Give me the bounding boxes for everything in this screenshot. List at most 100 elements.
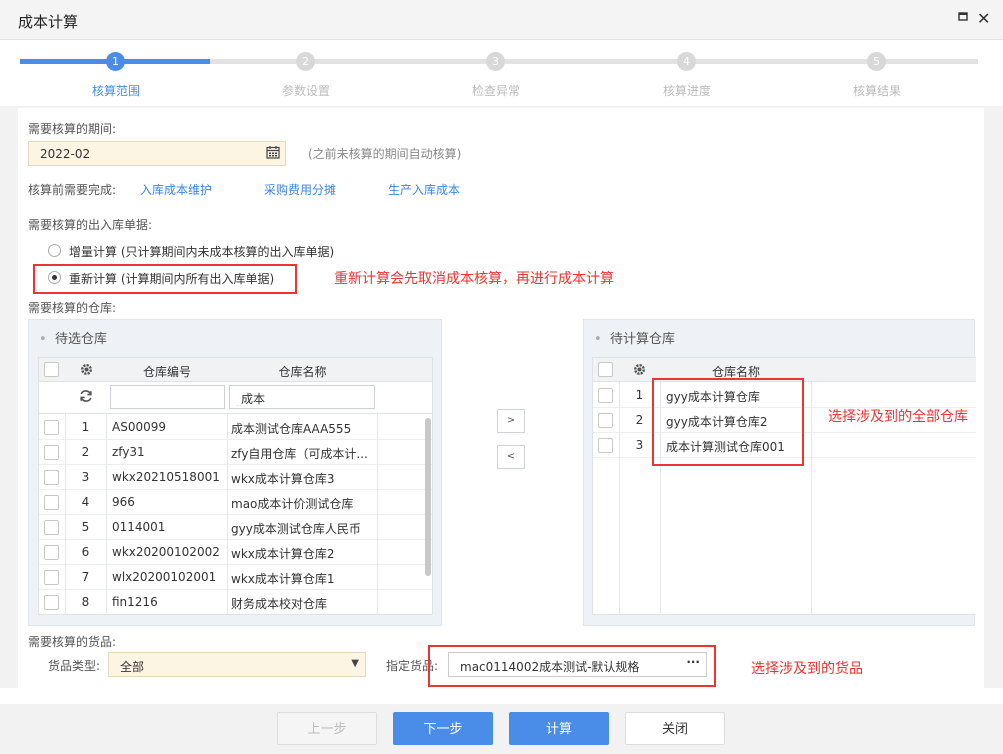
period-hint: (之前未核算的期间自动核算) (308, 147, 462, 161)
table-row[interactable]: 5 0114001 gyy成本测试仓库人民币 (39, 515, 432, 540)
gear-icon[interactable] (633, 363, 646, 379)
row-checkbox[interactable] (598, 388, 613, 403)
row-checkbox[interactable] (598, 413, 613, 428)
step-1-label: 核算范围 (91, 84, 140, 98)
row-code: zfy31 (112, 445, 145, 459)
table-row[interactable]: 8 fin1216 财务成本校对仓库 (39, 590, 432, 614)
annotation-goods: 选择涉及到的货品 (751, 661, 863, 677)
filter-name-input[interactable]: 成本 ⌃ (229, 385, 375, 411)
row-name: wkx成本计算仓库2 (231, 547, 335, 561)
goods-label: 需要核算的货品: (28, 635, 117, 649)
step-5-label: 核算结果 (852, 84, 901, 98)
close-icon[interactable]: ✕ (977, 9, 990, 28)
row-checkbox[interactable] (44, 520, 59, 535)
calculate-button[interactable]: 计算 (509, 712, 609, 745)
calendar-icon[interactable] (266, 145, 280, 159)
row-number: 1 (81, 420, 90, 434)
candidate-grid: 仓库编号 仓库名称 成本 ⌃ 1 AS00099 成本测试仓库AAA555 2 … (38, 357, 433, 615)
row-checkbox[interactable] (44, 470, 59, 485)
radio-incremental-label[interactable]: 增量计算 (只计算期间内未成本核算的出入库单据) (69, 243, 334, 260)
more-icon[interactable]: ··· (686, 655, 700, 669)
step-4-label: 核算进度 (662, 84, 711, 98)
select-all-checkbox[interactable] (598, 362, 613, 377)
window-title: 成本计算 (18, 13, 79, 31)
title-bar: 成本计算 ✕ (0, 0, 1003, 40)
annotation-recalc: 重新计算会先取消成本核算，再进行成本计算 (334, 271, 614, 287)
table-row[interactable]: 1 AS00099 成本测试仓库AAA555 (39, 415, 432, 440)
maximize-icon[interactable] (958, 11, 969, 26)
goods-type-label: 货品类型: (48, 659, 101, 673)
row-checkbox[interactable] (44, 595, 59, 610)
link-inbound-cost[interactable]: 入库成本维护 (140, 181, 212, 198)
filter-code-input[interactable] (110, 385, 225, 409)
row-name: wkx成本计算仓库3 (231, 472, 335, 486)
step-remaining-line (210, 59, 978, 64)
table-row[interactable]: 3 wkx20210518001 wkx成本计算仓库3 (39, 465, 432, 490)
row-code: wlx20200102001 (112, 570, 217, 584)
warehouse-label: 需要核算的仓库: (28, 301, 117, 315)
row-code: 0114001 (112, 520, 166, 534)
radio-incremental[interactable] (48, 244, 61, 257)
candidate-panel-title-text: 待选仓库 (54, 332, 107, 347)
period-value: 2022-02 (40, 147, 91, 161)
candidate-grid-header: 仓库编号 仓库名称 (39, 358, 432, 382)
row-code: 966 (112, 495, 135, 509)
candidate-warehouse-panel: • 待选仓库 仓库编号 仓库名称 成本 ⌃ 1 AS00099 成本测试仓库AA… (28, 319, 442, 626)
move-left-button[interactable]: < (497, 445, 525, 469)
row-checkbox[interactable] (598, 438, 613, 453)
target-warehouse-panel: • 待计算仓库 仓库名称 1 gyy成本计算仓库 2 gyy成本计算仓库2 3 … (583, 319, 976, 626)
row-checkbox[interactable] (44, 420, 59, 435)
refresh-icon[interactable] (79, 389, 93, 406)
step-2-dot: 2 (296, 52, 315, 71)
table-row[interactable]: 4 966 mao成本计价测试仓库 (39, 490, 432, 515)
annotation-box-warehouses (652, 378, 804, 466)
step-3-label: 检查异常 (471, 84, 520, 98)
row-checkbox[interactable] (44, 545, 59, 560)
row-number: 5 (81, 520, 90, 534)
row-number: 8 (81, 595, 90, 609)
docs-label: 需要核算的出入库单据: (28, 218, 153, 232)
goods-spec-input[interactable]: mac0114002成本测试-默认规格 ··· (448, 652, 707, 677)
step-1-dot: 1 (106, 52, 125, 71)
caret-up-icon: ⌃ (235, 405, 243, 411)
wizard-stepper: 1 2 3 4 5 核算范围 参数设置 检查异常 核算进度 核算结果 (20, 48, 978, 102)
chevron-down-icon[interactable]: ▼ (351, 658, 359, 669)
column-header-name: 仓库名称 (278, 365, 327, 379)
row-checkbox[interactable] (44, 570, 59, 585)
row-code: AS00099 (112, 420, 166, 434)
column-header-code: 仓库编号 (142, 365, 191, 379)
table-row[interactable]: 2 zfy31 zfy自用仓库（可成本计... (39, 440, 432, 465)
period-label: 需要核算的期间: (28, 122, 117, 136)
goods-type-value: 全部 (120, 660, 145, 674)
radio-recalculate-label[interactable]: 重新计算 (计算期间内所有出入库单据) (69, 270, 274, 287)
row-code: wkx20210518001 (112, 470, 220, 484)
goods-spec-value: mac0114002成本测试-默认规格 (460, 660, 640, 674)
link-production-cost[interactable]: 生产入库成本 (388, 181, 460, 198)
row-checkbox[interactable] (44, 445, 59, 460)
row-checkbox[interactable] (44, 495, 59, 510)
step-5-dot: 5 (867, 52, 886, 71)
radio-recalculate[interactable] (48, 271, 61, 284)
table-row[interactable]: 7 wlx20200102001 wkx成本计算仓库1 (39, 565, 432, 590)
footer-bar (0, 704, 1003, 754)
prev-button[interactable]: 上一步 (277, 712, 377, 745)
step-3-dot: 3 (486, 52, 505, 71)
row-number: 2 (81, 445, 90, 459)
gear-icon[interactable] (80, 363, 93, 379)
table-row[interactable]: 6 wkx20200102002 wkx成本计算仓库2 (39, 540, 432, 565)
candidate-scrollbar[interactable] (425, 418, 431, 576)
goods-type-select[interactable]: 全部 ▼ (108, 652, 366, 677)
row-code: wkx20200102002 (112, 545, 220, 559)
select-all-checkbox[interactable] (44, 362, 59, 377)
candidate-rows: 1 AS00099 成本测试仓库AAA555 2 zfy31 zfy自用仓库（可… (39, 415, 432, 614)
period-date-picker[interactable]: 2022-02 (28, 141, 286, 166)
step-2-label: 参数设置 (281, 84, 330, 98)
row-name: 成本测试仓库AAA555 (231, 422, 352, 436)
link-purchase-fee[interactable]: 采购费用分摊 (264, 181, 336, 198)
row-name: mao成本计价测试仓库 (231, 497, 354, 511)
next-button[interactable]: 下一步 (393, 712, 493, 745)
row-name: wkx成本计算仓库1 (231, 572, 335, 586)
move-right-button[interactable]: > (497, 409, 525, 433)
target-panel-title-text: 待计算仓库 (609, 332, 675, 347)
close-button[interactable]: 关闭 (625, 712, 725, 745)
